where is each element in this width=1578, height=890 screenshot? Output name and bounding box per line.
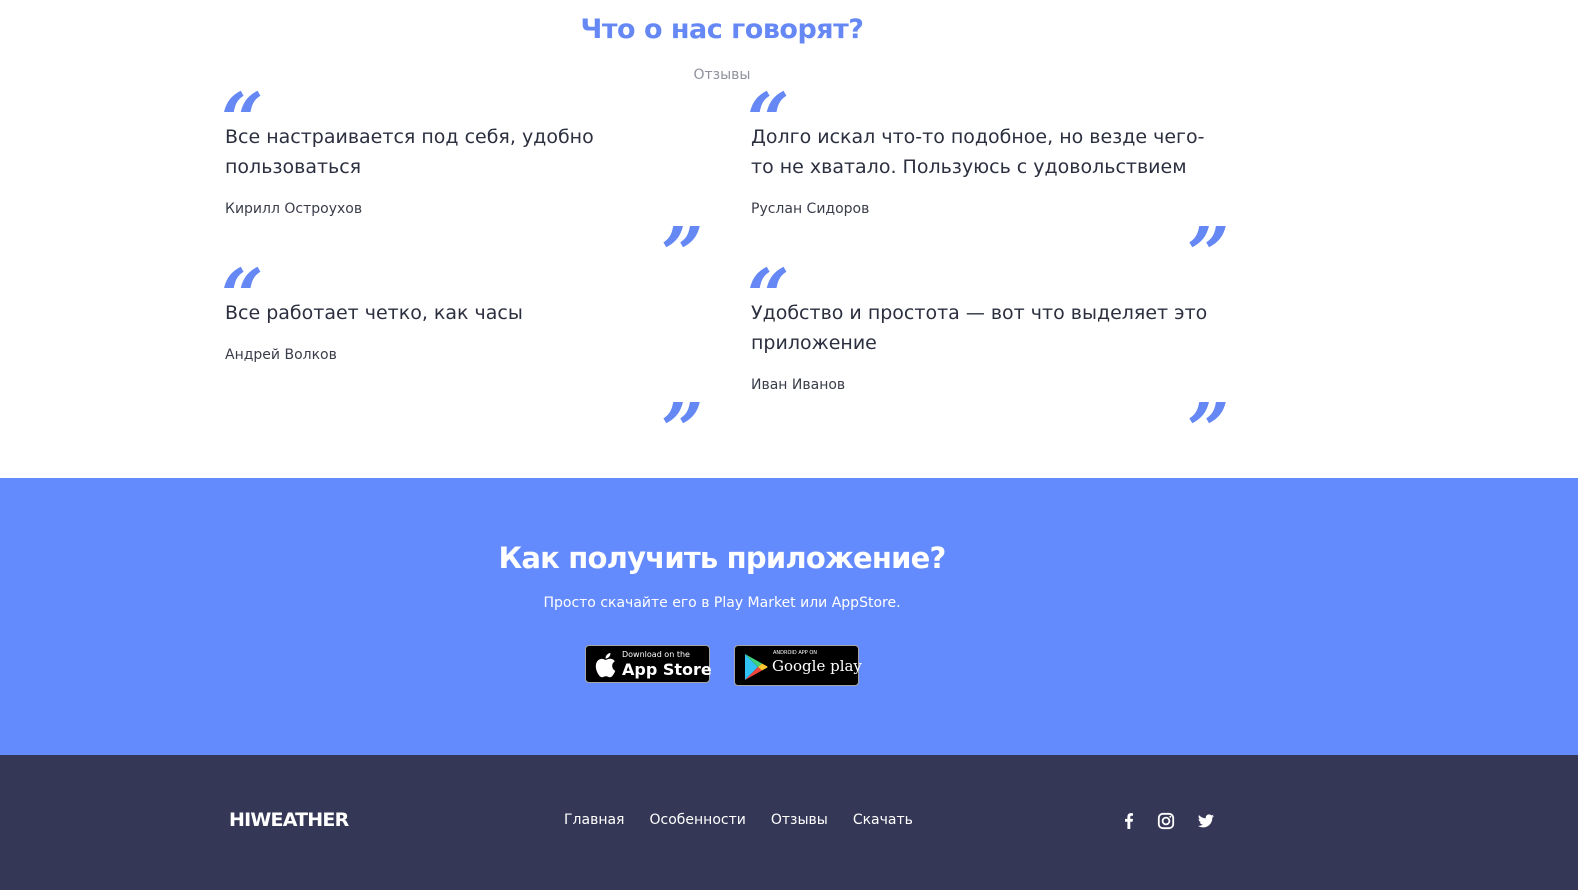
review-text: Все настраивается под себя, удобно польз… xyxy=(225,126,594,178)
footer-logo[interactable]: HIWEATHER xyxy=(229,809,349,831)
reviews-section: Что о нас говорят? Отзывы “ Все настраив… xyxy=(0,0,1578,478)
nav-link-features[interactable]: Особенности xyxy=(649,812,745,828)
quote-close-icon: ” xyxy=(1187,388,1230,474)
review-text: Долго искал что-то подобное, но везде че… xyxy=(751,126,1205,178)
app-store-small-label: Download on the xyxy=(622,650,690,659)
review-author: Руслан Сидоров xyxy=(751,201,870,217)
review-card: “ Все настраивается под себя, удобно пол… xyxy=(221,84,704,292)
nav-link-download[interactable]: Скачать xyxy=(853,812,913,828)
review-card: “ Удобство и простота — вот что выделяет… xyxy=(747,260,1230,468)
reviews-title: Что о нас говорят? xyxy=(580,14,864,45)
apple-icon xyxy=(595,653,616,678)
google-play-small-label: ANDROID APP ON xyxy=(773,650,818,656)
app-store-button[interactable]: Download on the App Store xyxy=(585,645,712,683)
instagram-icon[interactable] xyxy=(1157,812,1175,830)
facebook-icon[interactable] xyxy=(1120,812,1138,830)
get-app-title: Как получить приложение? xyxy=(498,541,946,575)
nav-link-home[interactable]: Главная xyxy=(564,812,624,828)
twitter-icon[interactable] xyxy=(1197,812,1215,830)
review-card: “ Долго искал что-то подобное, но везде … xyxy=(747,84,1230,292)
google-play-icon xyxy=(745,654,768,680)
reviews-subtitle: Отзывы xyxy=(693,67,751,83)
footer: HIWEATHER Главная Особенности Отзывы Ска… xyxy=(0,755,1578,890)
google-play-big-label: Google play xyxy=(772,657,862,675)
review-text: Удобство и простота — вот что выделяет э… xyxy=(751,302,1208,354)
get-app-section: Как получить приложение? Просто скачайте… xyxy=(0,478,1578,755)
footer-nav: Главная Особенности Отзывы Скачать xyxy=(564,812,913,828)
google-play-button[interactable]: ANDROID APP ON Google play xyxy=(734,645,862,686)
review-author: Иван Иванов xyxy=(751,377,846,393)
app-store-big-label: App Store xyxy=(622,660,712,679)
review-author: Кирилл Остроухов xyxy=(225,201,363,217)
review-text: Все работает четко, как часы xyxy=(225,302,523,324)
get-app-subtitle: Просто скачайте его в Play Market или Ap… xyxy=(543,595,901,611)
review-author: Андрей Волков xyxy=(225,347,337,363)
quote-close-icon: ” xyxy=(661,388,704,474)
nav-link-reviews[interactable]: Отзывы xyxy=(771,812,828,828)
review-card: “ Все работает четко, как часы Андрей Во… xyxy=(221,260,704,468)
